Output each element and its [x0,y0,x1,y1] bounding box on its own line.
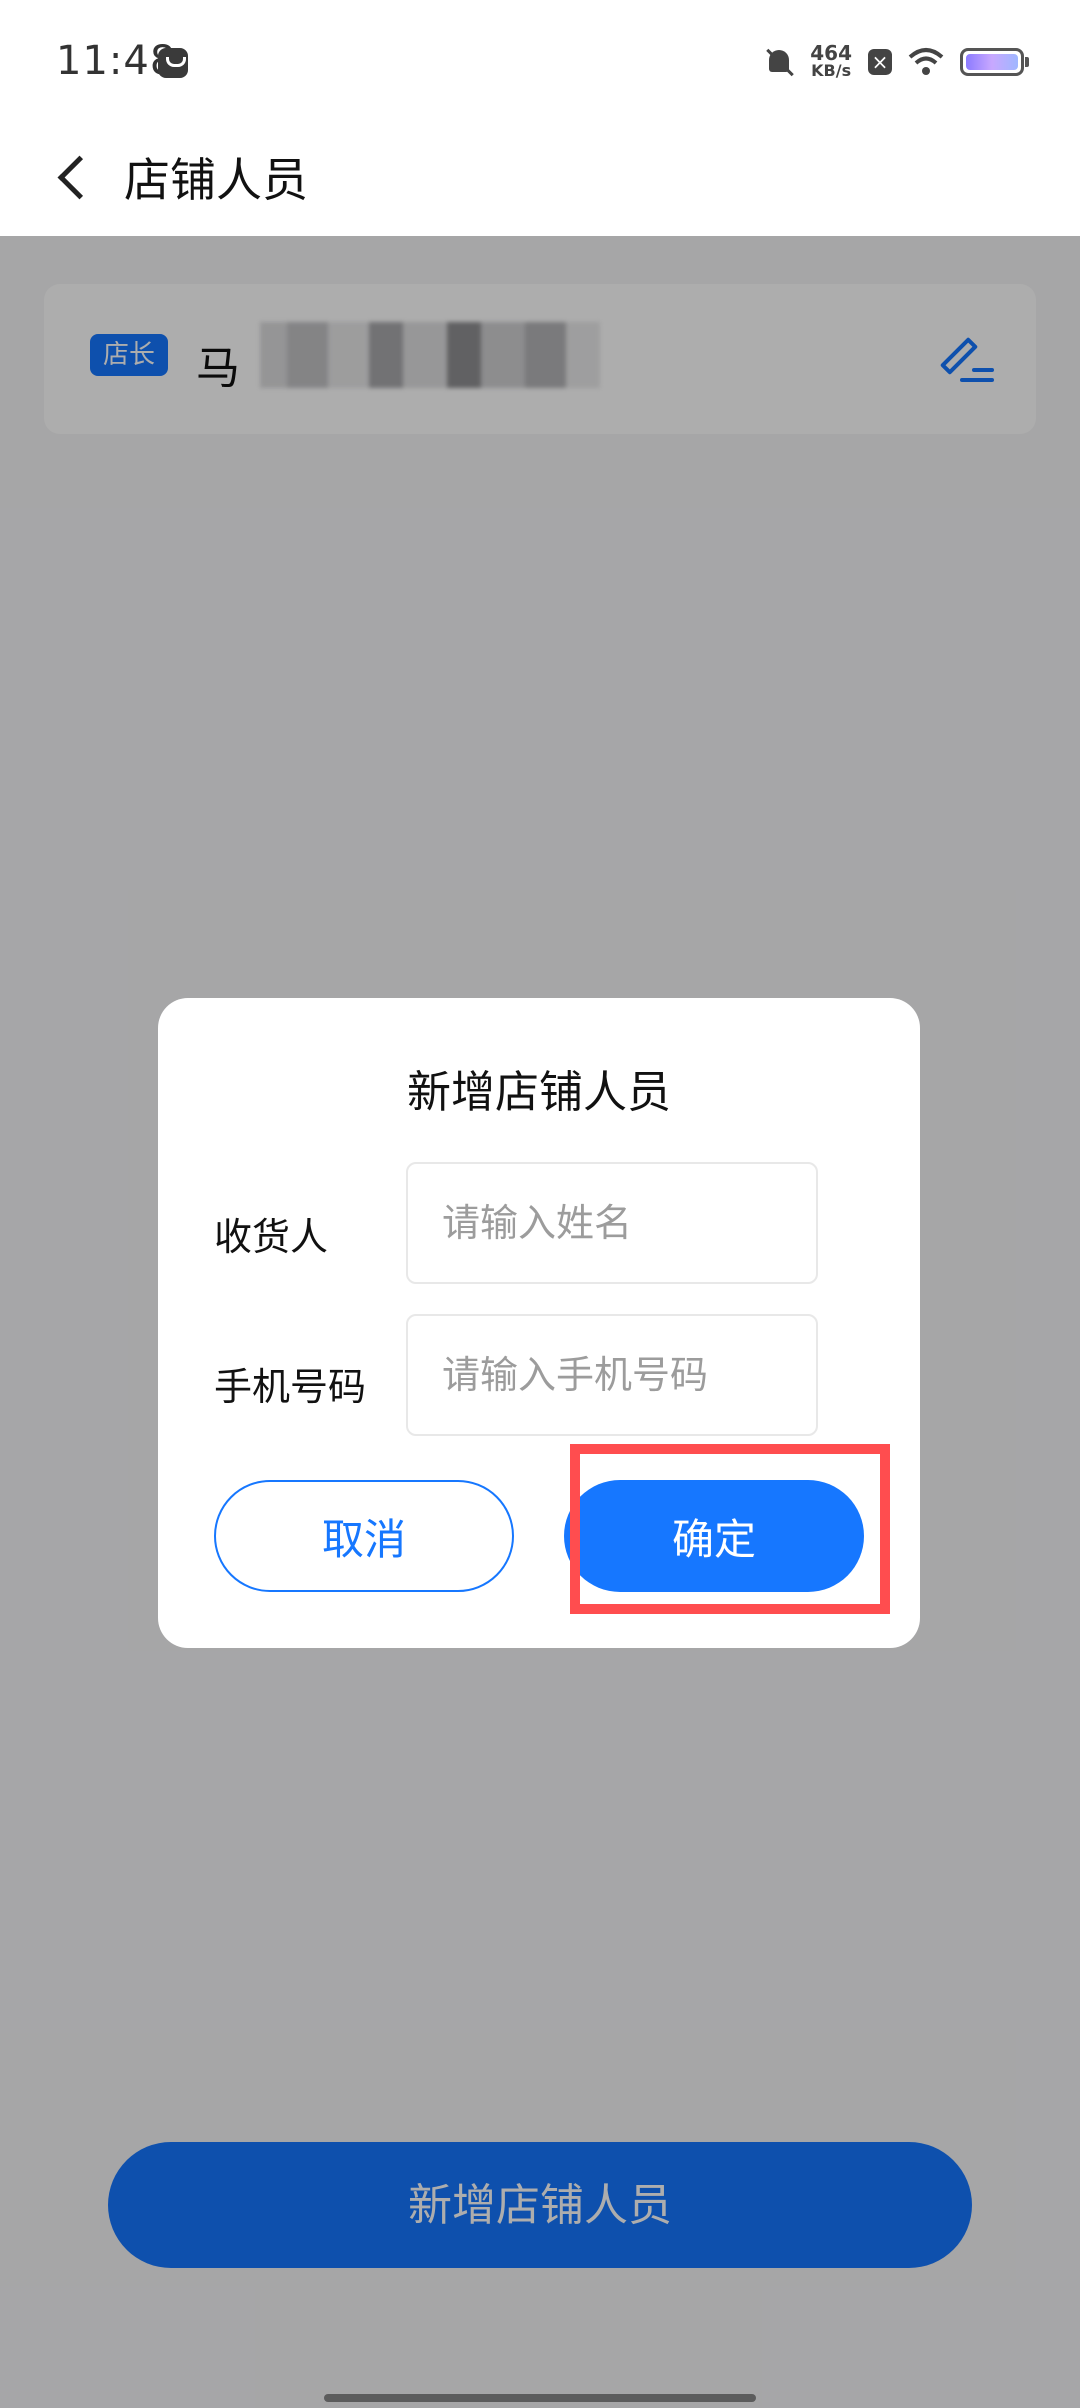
dialog-title: 新增店铺人员 [407,1067,671,1118]
status-icons: 464 KB/s × [764,40,1029,84]
name-field-label: 收货人 [214,1215,329,1259]
page-title: 店铺人员 [124,153,308,207]
phone-input[interactable] [406,1314,818,1436]
phone-field-label: 手机号码 [214,1365,367,1409]
app-header: 店铺人员 [0,124,1080,236]
network-speed-unit: KB/s [811,61,852,80]
wifi-icon [908,47,944,77]
highlight-annotation [570,1444,890,1614]
back-arrow-icon[interactable] [50,146,110,206]
status-bar: 11:48 464 KB/s × [0,0,1080,124]
network-speed-value: 464 [810,41,852,65]
cancel-button[interactable]: 取消 [214,1480,514,1592]
mute-bell-icon [764,47,794,77]
name-input[interactable] [406,1162,818,1284]
network-speed: 464 KB/s [810,41,852,80]
app-notification-icon [158,48,188,78]
battery-icon [960,48,1029,76]
sim-disabled-icon: × [868,49,892,75]
